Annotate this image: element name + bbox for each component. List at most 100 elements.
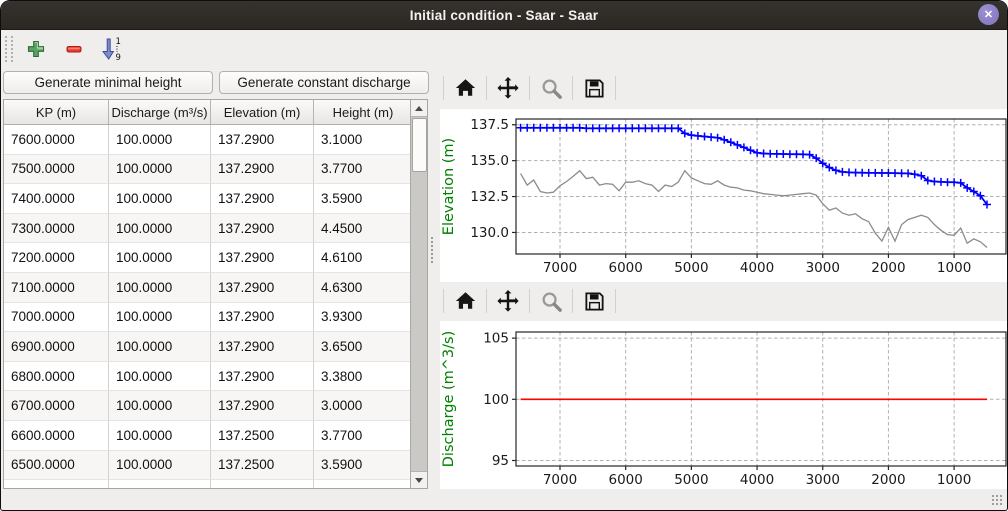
chart1-pan-button[interactable] bbox=[492, 73, 524, 103]
elevation-chart[interactable]: 7000600050004000300020001000137.5135.013… bbox=[440, 109, 1007, 282]
chart1-save-button[interactable] bbox=[578, 73, 610, 103]
table-row[interactable]: 7100.0000100.0000137.29004.6300 bbox=[4, 273, 427, 303]
table-cell[interactable]: 7100.0000 bbox=[4, 273, 109, 303]
resize-grip[interactable] bbox=[991, 494, 1003, 506]
panel-splitter-handle[interactable] bbox=[431, 237, 437, 263]
chart2-home-button[interactable] bbox=[449, 286, 481, 316]
table-cell[interactable]: 3.5900 bbox=[314, 184, 412, 214]
table-cell[interactable]: 137.2500 bbox=[211, 451, 314, 481]
table-cell[interactable]: 100.0000 bbox=[109, 184, 211, 214]
table-cell[interactable]: 7500.0000 bbox=[4, 155, 109, 185]
titlebar[interactable]: Initial condition - Saar - Saar ✕ bbox=[1, 1, 1007, 30]
table-cell[interactable]: 137.2500 bbox=[211, 421, 314, 451]
table-cell[interactable]: 6500.0000 bbox=[4, 451, 109, 481]
table-cell[interactable]: 137.2900 bbox=[211, 214, 314, 244]
toolbar-drag-handle[interactable] bbox=[5, 36, 13, 62]
column-header-elevation[interactable]: Elevation (m) bbox=[211, 100, 314, 124]
table-row[interactable]: 7300.0000100.0000137.29004.4500 bbox=[4, 214, 427, 244]
chart1-home-button[interactable] bbox=[449, 73, 481, 103]
table-cell[interactable]: 137.2900 bbox=[211, 362, 314, 392]
table-row[interactable]: 6800.0000100.0000137.29003.3800 bbox=[4, 362, 427, 392]
table-cell[interactable]: 3.9300 bbox=[314, 303, 412, 333]
table-cell[interactable]: 3.7700 bbox=[314, 421, 412, 451]
table-row[interactable]: 6600.0000100.0000137.25003.7700 bbox=[4, 421, 427, 451]
column-header-kp[interactable]: KP (m) bbox=[4, 100, 109, 124]
table-cell[interactable]: 100.0000 bbox=[109, 332, 211, 362]
table-cell[interactable]: 3.3800 bbox=[314, 362, 412, 392]
table-row[interactable]: 7200.0000100.0000137.29004.6100 bbox=[4, 243, 427, 273]
column-header-discharge[interactable]: Discharge (m³/s) bbox=[109, 100, 211, 124]
table-cell[interactable]: 7400.0000 bbox=[4, 184, 109, 214]
svg-text:5000: 5000 bbox=[674, 260, 708, 276]
column-header-height[interactable]: Height (m) bbox=[314, 100, 412, 124]
table-cell[interactable]: 6900.0000 bbox=[4, 332, 109, 362]
table-cell[interactable]: 100.0000 bbox=[109, 125, 211, 155]
generate-constant-discharge-button[interactable]: Generate constant discharge bbox=[219, 71, 429, 94]
remove-row-button[interactable] bbox=[59, 34, 89, 64]
table-scrollbar[interactable] bbox=[410, 100, 427, 488]
table-cell[interactable]: 137.2900 bbox=[211, 155, 314, 185]
table-cell[interactable]: 4.6100 bbox=[314, 243, 412, 273]
table-cell[interactable]: 100.0000 bbox=[109, 303, 211, 333]
scroll-down-button[interactable] bbox=[411, 471, 427, 488]
svg-text:132.5: 132.5 bbox=[470, 189, 509, 205]
table-cell[interactable]: 3.5900 bbox=[314, 451, 412, 481]
chart2-pan-button[interactable] bbox=[492, 286, 524, 316]
table-cell[interactable]: 3.6500 bbox=[314, 332, 412, 362]
chart2-zoom-button[interactable] bbox=[535, 286, 567, 316]
table-cell[interactable]: 100.0000 bbox=[109, 243, 211, 273]
table-cell[interactable]: 100.0000 bbox=[109, 273, 211, 303]
table-row[interactable] bbox=[4, 480, 427, 489]
table-cell[interactable]: 100.0000 bbox=[109, 155, 211, 185]
table-cell[interactable]: 100.0000 bbox=[109, 214, 211, 244]
table-cell[interactable]: 100.0000 bbox=[109, 451, 211, 481]
sort-ascending-icon: 1 9 bbox=[102, 37, 122, 61]
svg-text:1: 1 bbox=[116, 37, 121, 47]
table-row[interactable]: 7000.0000100.0000137.29003.9300 bbox=[4, 303, 427, 333]
table-cell[interactable]: 137.2900 bbox=[211, 273, 314, 303]
table-cell[interactable]: 137.2900 bbox=[211, 303, 314, 333]
table-cell[interactable]: 7300.0000 bbox=[4, 214, 109, 244]
svg-text:105: 105 bbox=[483, 331, 509, 347]
table-row[interactable]: 6500.0000100.0000137.25003.5900 bbox=[4, 451, 427, 481]
table-row[interactable]: 7600.0000100.0000137.29003.1000 bbox=[4, 125, 427, 155]
table-row[interactable]: 7400.0000100.0000137.29003.5900 bbox=[4, 184, 427, 214]
chart2-save-button[interactable] bbox=[578, 286, 610, 316]
table-cell[interactable] bbox=[109, 480, 211, 489]
table-cell[interactable] bbox=[211, 480, 314, 489]
scroll-up-button[interactable] bbox=[411, 100, 427, 117]
table-cell[interactable]: 3.7700 bbox=[314, 155, 412, 185]
sort-rows-button[interactable]: 1 9 bbox=[97, 34, 127, 64]
table-row[interactable]: 7500.0000100.0000137.29003.7700 bbox=[4, 155, 427, 185]
table-row[interactable]: 6900.0000100.0000137.29003.6500 bbox=[4, 332, 427, 362]
table-cell[interactable]: 137.2900 bbox=[211, 332, 314, 362]
table-cell[interactable]: 100.0000 bbox=[109, 391, 211, 421]
table-cell[interactable]: 137.2900 bbox=[211, 184, 314, 214]
table-cell[interactable]: 6600.0000 bbox=[4, 421, 109, 451]
table-cell[interactable]: 7600.0000 bbox=[4, 125, 109, 155]
chart1-zoom-button[interactable] bbox=[535, 73, 567, 103]
generate-minimal-height-button[interactable]: Generate minimal height bbox=[3, 71, 213, 94]
table-cell[interactable]: 7000.0000 bbox=[4, 303, 109, 333]
table-cell[interactable]: 6800.0000 bbox=[4, 362, 109, 392]
table-cell[interactable]: 100.0000 bbox=[109, 421, 211, 451]
svg-text:Discharge (m^3/s): Discharge (m^3/s) bbox=[441, 331, 457, 468]
scrollbar-thumb[interactable] bbox=[412, 118, 427, 172]
table-cell[interactable]: 100.0000 bbox=[109, 362, 211, 392]
table-cell[interactable] bbox=[4, 480, 109, 489]
table-cell[interactable] bbox=[314, 480, 412, 489]
table-cell[interactable]: 7200.0000 bbox=[4, 243, 109, 273]
table-cell[interactable]: 4.6300 bbox=[314, 273, 412, 303]
table-cell[interactable]: 4.4500 bbox=[314, 214, 412, 244]
table-cell[interactable]: 137.2900 bbox=[211, 243, 314, 273]
table-row[interactable]: 6700.0000100.0000137.29003.0000 bbox=[4, 391, 427, 421]
add-row-button[interactable] bbox=[21, 34, 51, 64]
table-cell[interactable]: 3.1000 bbox=[314, 125, 412, 155]
table-cell[interactable]: 3.0000 bbox=[314, 391, 412, 421]
close-button[interactable]: ✕ bbox=[978, 4, 999, 25]
discharge-chart[interactable]: 700060005000400030002000100010510095Disc… bbox=[440, 321, 1007, 489]
svg-text:1000: 1000 bbox=[937, 472, 971, 488]
table-cell[interactable]: 137.2900 bbox=[211, 125, 314, 155]
table-cell[interactable]: 6700.0000 bbox=[4, 391, 109, 421]
table-cell[interactable]: 137.2900 bbox=[211, 391, 314, 421]
